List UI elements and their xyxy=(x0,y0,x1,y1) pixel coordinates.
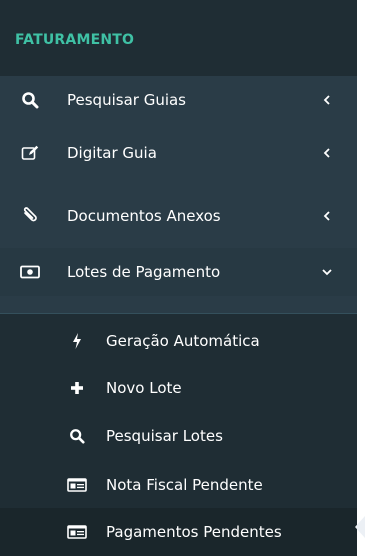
submenu-item-novo-lote[interactable]: Novo Lote xyxy=(0,364,357,412)
search-icon xyxy=(66,427,88,445)
id-card-icon xyxy=(66,523,88,541)
menu-item-label: Documentos Anexos xyxy=(67,207,221,225)
chevron-down-icon xyxy=(320,265,334,279)
active-indicator xyxy=(355,516,365,538)
menu-item-pesquisar-guias[interactable]: Pesquisar Guias xyxy=(0,76,357,124)
submenu-item-geracao-automatica[interactable]: Geração Automática xyxy=(0,317,357,365)
submenu-item-label: Novo Lote xyxy=(106,379,182,397)
sidebar-header: FATURAMENTO xyxy=(0,0,357,76)
section-title: FATURAMENTO xyxy=(15,32,135,48)
bolt-icon xyxy=(66,332,88,350)
menu-item-label: Lotes de Pagamento xyxy=(67,263,221,281)
menu-item-digitar-guia[interactable]: Digitar Guia xyxy=(0,129,357,177)
chevron-left-icon xyxy=(320,209,334,223)
chevron-left-icon xyxy=(320,93,334,107)
submenu-lotes: Geração Automática Novo Lote Pesquisar L… xyxy=(0,314,357,556)
menu-item-label: Digitar Guia xyxy=(67,144,157,162)
search-icon xyxy=(20,91,40,109)
paperclip-icon xyxy=(20,207,40,225)
submenu-item-nota-fiscal-pendente[interactable]: Nota Fiscal Pendente xyxy=(0,461,357,509)
content-edge xyxy=(357,0,365,551)
menu-item-lotes-de-pagamento[interactable]: Lotes de Pagamento xyxy=(0,248,357,296)
submenu-item-label: Nota Fiscal Pendente xyxy=(106,476,263,494)
money-icon xyxy=(20,263,40,281)
plus-icon xyxy=(66,379,88,397)
menu-item-documentos-anexos[interactable]: Documentos Anexos xyxy=(0,192,357,240)
submenu-item-label: Geração Automática xyxy=(106,332,260,350)
edit-icon xyxy=(20,144,40,162)
id-card-icon xyxy=(66,476,88,494)
chevron-left-icon xyxy=(320,146,334,160)
submenu-item-pesquisar-lotes[interactable]: Pesquisar Lotes xyxy=(0,412,357,460)
submenu-item-label: Pagamentos Pendentes xyxy=(106,523,282,541)
sidebar: FATURAMENTO Pesquisar Guias Digitar Guia xyxy=(0,0,365,556)
menu-item-label: Pesquisar Guias xyxy=(67,91,186,109)
submenu-item-pagamentos-pendentes[interactable]: Pagamentos Pendentes xyxy=(0,508,357,556)
submenu-item-label: Pesquisar Lotes xyxy=(106,427,223,445)
